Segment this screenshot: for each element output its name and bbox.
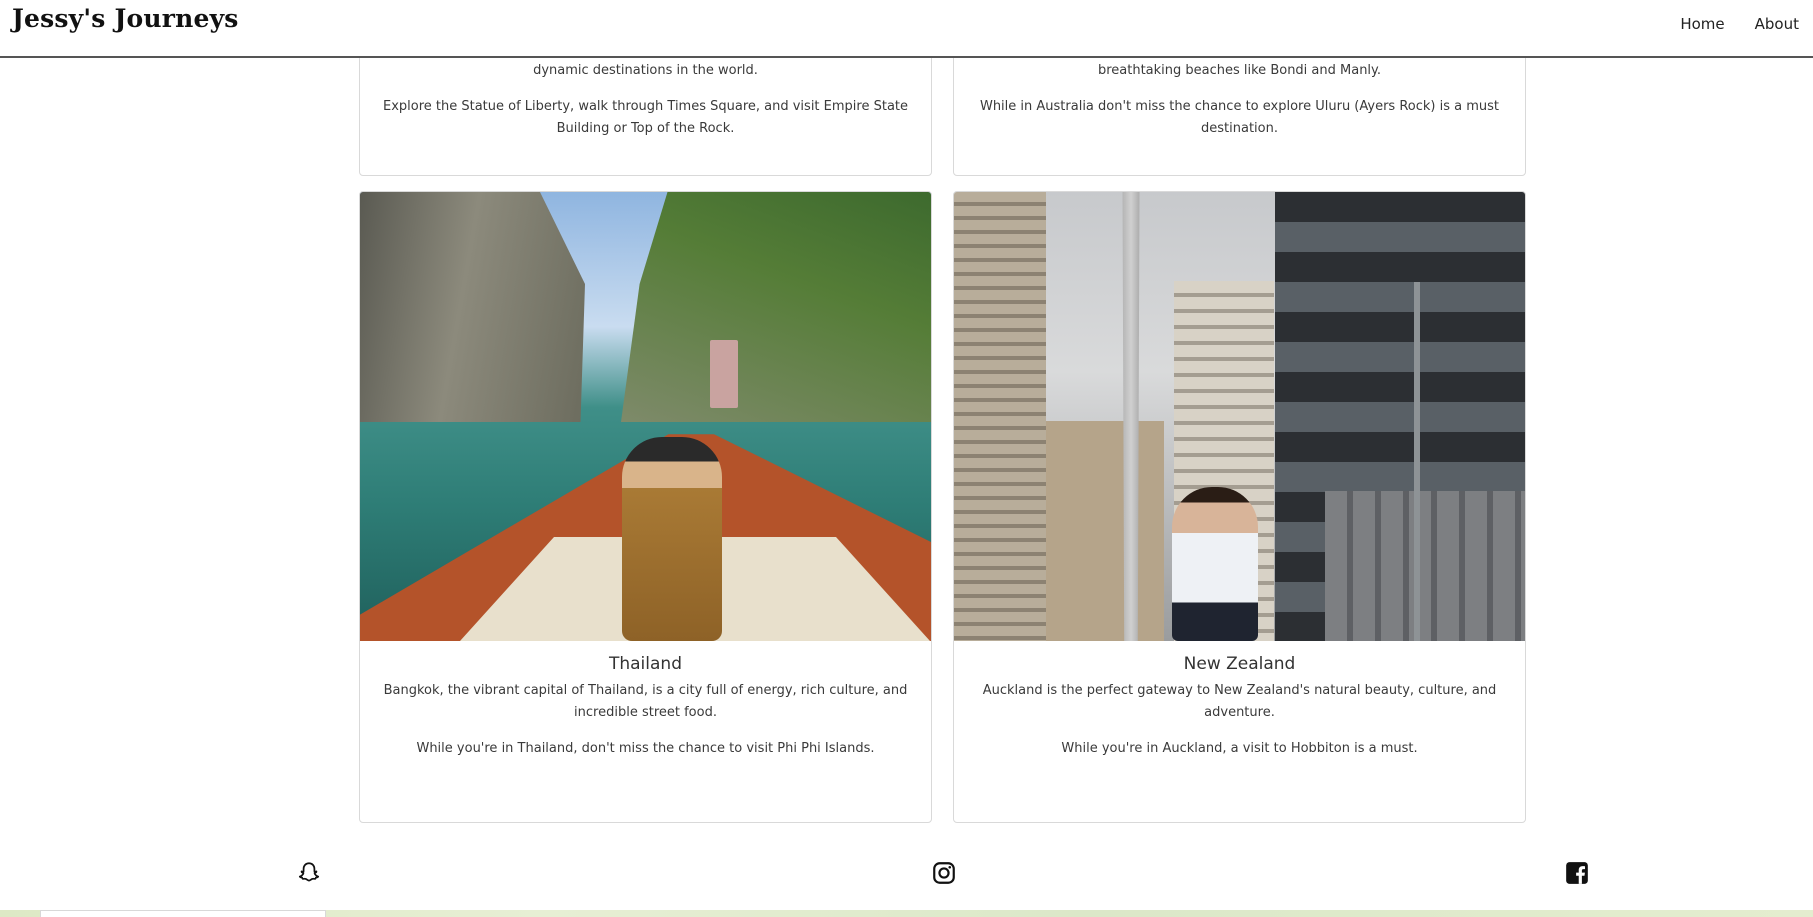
navbar: Jessy's Journeys Home About <box>0 0 1813 58</box>
next-section-strip <box>0 910 1813 917</box>
thailand-photo <box>360 192 931 641</box>
card-text: breathtaking beaches like Bondi and Manl… <box>1097 63 1382 78</box>
card-text: Auckland is the perfect gateway to New Z… <box>982 683 1497 720</box>
nav-home-link[interactable]: Home <box>1680 15 1724 33</box>
destination-card-thailand: Thailand Bangkok, the vibrant capital of… <box>359 191 932 823</box>
card-text: Explore the Statue of Liberty, walk thro… <box>382 99 908 136</box>
nav-links: Home About <box>1680 15 1799 33</box>
next-section-tab <box>40 910 326 917</box>
card-text: Bangkok, the vibrant capital of Thailand… <box>383 683 908 720</box>
card-title: New Zealand <box>1183 654 1296 674</box>
nav-about-link[interactable]: About <box>1755 15 1799 33</box>
card-title: Thailand <box>608 654 682 674</box>
card-text: While in Australia don't miss the chance… <box>979 99 1500 136</box>
destination-card-usa: dynamic destinations in the world. Explo… <box>359 40 932 176</box>
footer-social <box>0 860 1813 890</box>
card-text: While you're in Thailand, don't miss the… <box>416 741 875 756</box>
card-text: dynamic destinations in the world. <box>533 63 758 78</box>
destination-card-new-zealand: New Zealand Auckland is the perfect gate… <box>953 191 1526 823</box>
site-brand[interactable]: Jessy's Journeys <box>12 4 239 33</box>
destination-card-australia: breathtaking beaches like Bondi and Manl… <box>953 40 1526 176</box>
new-zealand-photo <box>954 192 1525 641</box>
facebook-icon[interactable] <box>1564 860 1590 886</box>
card-text: While you're in Auckland, a visit to Hob… <box>1061 741 1418 756</box>
snapchat-icon[interactable] <box>296 860 322 886</box>
instagram-icon[interactable] <box>931 860 957 886</box>
